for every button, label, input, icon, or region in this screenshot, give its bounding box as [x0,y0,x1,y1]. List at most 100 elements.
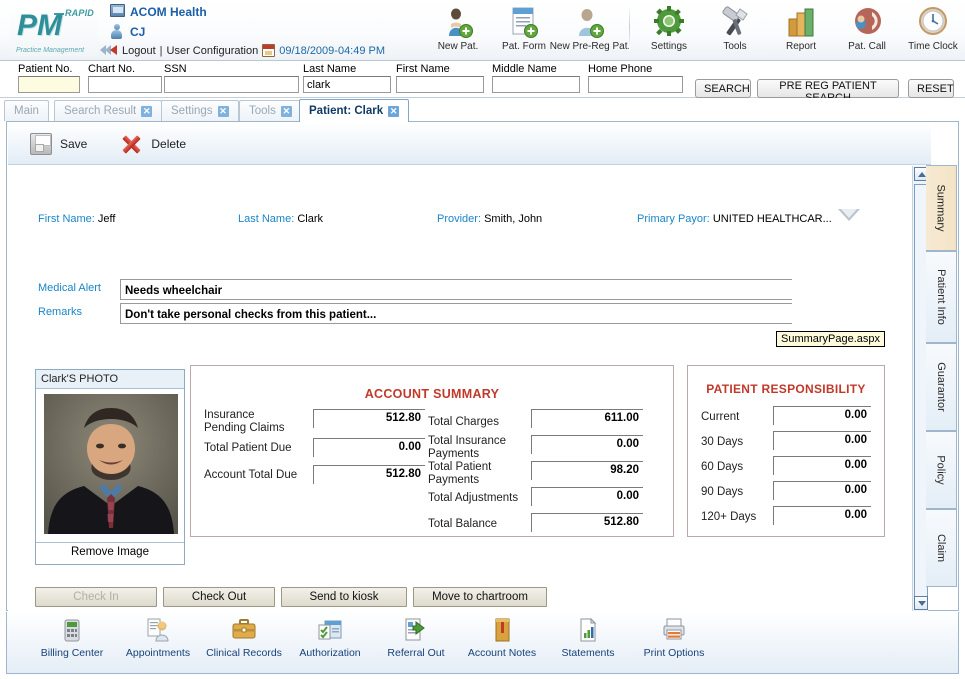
value-total-balance: 512.80 [531,513,643,532]
remarks-row: Remarks [38,303,798,327]
toolbar-patient-form[interactable]: Pat. Form [491,2,557,58]
toolbar-divider [629,4,630,50]
organization-name: ACOM Health [130,5,207,19]
delete-button[interactable]: Delete [119,133,186,155]
billing-icon [58,616,86,644]
search-input-home-phone[interactable] [588,76,683,93]
check-out-button[interactable]: Check Out [163,587,275,607]
label-120-plus-days: 120+ Days [701,511,757,523]
referral-out-icon [402,616,430,644]
search-input-middle-name[interactable] [492,76,580,93]
medical-alert-input[interactable] [120,279,792,300]
medical-alert-row: Medical Alert [38,279,798,303]
nav-clinical-records[interactable]: Clinical Records [201,616,287,659]
nav-print-options[interactable]: Print Options [631,616,717,659]
nav-label: Billing Center [40,647,104,659]
user-configuration-link[interactable]: User Configuration [167,45,259,57]
search-button[interactable]: SEARCH [695,79,751,98]
last-name-label: Last Name: [238,213,295,225]
toolbar-new-patient[interactable]: New Pat. [425,2,491,58]
toolbar-settings[interactable]: Settings [636,2,702,58]
field-label: Last Name [303,63,357,75]
gear-icon [652,5,686,39]
tab-tools[interactable]: Tools ✕ [239,100,302,121]
medical-alert-label: Medical Alert [38,282,101,294]
label-total-insurance-payments: Total Insurance Payments [428,435,506,460]
value-60-days: 0.00 [773,456,871,475]
calendar-icon [262,44,276,57]
side-tab-summary[interactable]: Summary [926,165,957,251]
main-toolbar: New Pat. Pat. Form New Pre-Reg Pat. Sett… [425,2,965,58]
toolbar-report[interactable]: Report [768,2,834,58]
check-in-button[interactable]: Check In [35,587,157,607]
remove-image-button[interactable]: Remove Image [36,542,184,564]
move-to-chartroom-button[interactable]: Move to chartroom [413,587,547,607]
nav-authorization[interactable]: Authorization [287,616,373,659]
patient-primary-payor: Primary Payor: UNITED HEALTHCAR... [637,213,832,225]
clock-icon [916,5,950,39]
header-separator: | [159,44,163,57]
tab-settings[interactable]: Settings ✕ [161,100,239,121]
nav-appointments[interactable]: Appointments [115,616,201,659]
field-ssn: SSN [164,63,299,93]
label-total-patient-due: Total Patient Due [204,442,292,454]
close-icon[interactable]: ✕ [217,105,229,117]
tab-label: Patient: Clark [309,105,384,117]
tab-patient-clark[interactable]: Patient: Clark ✕ [299,99,410,122]
prereg-patient-search-button[interactable]: PRE REG PATIENT SEARCH [757,79,899,104]
delete-label: Delete [151,136,187,151]
chevron-down-icon[interactable] [838,209,860,221]
field-label: Patient No. [18,63,73,75]
label-total-adjustments: Total Adjustments [428,492,519,504]
side-tab-guarantor[interactable]: Guarantor [926,343,957,431]
tab-label: Tools [249,105,276,117]
app-header: RAPID PM Practice Management ACOM Health… [0,0,965,61]
side-tab-claim[interactable]: Claim [926,509,957,587]
value-insurance-pending-claims: 512.80 [313,409,425,428]
save-button[interactable]: Save [30,132,87,155]
label-account-total-due: Account Total Due [204,469,298,481]
field-home-phone: Home Phone [588,63,683,93]
label-total-patient-payments: Total Patient Payments [428,461,492,486]
send-to-kiosk-button[interactable]: Send to kiosk [281,587,407,607]
value-120-plus-days: 0.00 [773,506,871,525]
printer-icon [660,616,688,644]
nav-label: Referral Out [387,647,445,659]
field-label: SSN [164,63,187,75]
logout-link[interactable]: Logout [122,45,156,57]
patient-responsibility-box: PATIENT RESPONSIBILITY Current 0.00 30 D… [687,365,885,537]
tab-main[interactable]: Main [4,100,49,121]
toolbar-new-prereg-patient[interactable]: New Pre-Reg Pat. [550,2,630,58]
nav-label: Statements [561,647,615,659]
toolbar-label: Time Clock [908,41,958,52]
close-icon[interactable]: ✕ [141,105,153,117]
search-input-chart-no[interactable] [88,76,162,93]
search-input-patient-no[interactable] [18,76,80,93]
bottom-navigation-bar: Billing Center Appointments Clinical Rec… [6,612,959,674]
remarks-input[interactable] [120,303,792,324]
side-tab-policy[interactable]: Policy [926,431,957,509]
account-notes-icon [488,616,516,644]
nav-referral-out[interactable]: Referral Out [373,616,459,659]
side-tab-patient-info[interactable]: Patient Info [926,251,957,343]
close-icon[interactable]: ✕ [388,105,400,117]
toolbar-time-clock[interactable]: Time Clock [900,2,965,58]
label-total-charges: Total Charges [428,416,499,428]
field-first-name: First Name [396,63,484,93]
nav-account-notes[interactable]: Account Notes [459,616,545,659]
toolbar-patient-call[interactable]: Pat. Call [834,2,900,58]
account-summary-box: ACCOUNT SUMMARY Insurance Pending Claims… [190,365,674,537]
nav-statements[interactable]: Statements [545,616,631,659]
toolbar-tools[interactable]: Tools [702,2,768,58]
search-input-ssn[interactable] [164,76,299,93]
nav-billing-center[interactable]: Billing Center [29,616,115,659]
field-patient-no: Patient No. [18,63,80,93]
reset-button[interactable]: RESET [908,79,954,98]
patient-last-name: Last Name: Clark [238,213,323,225]
close-icon[interactable]: ✕ [280,105,292,117]
tab-search-result[interactable]: Search Result ✕ [54,100,163,121]
side-tab-label: Guarantor [935,362,947,412]
search-input-first-name[interactable] [396,76,484,93]
search-input-last-name[interactable] [303,76,391,93]
briefcase-icon [230,616,258,644]
